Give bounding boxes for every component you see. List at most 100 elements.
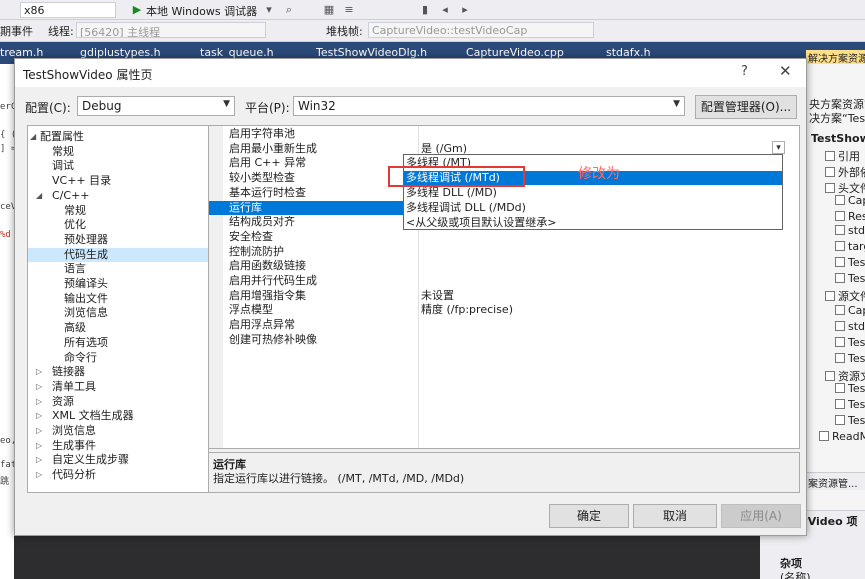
collapsed-icon[interactable]: ▷ [36, 395, 45, 409]
platform-combo[interactable]: x86 [20, 2, 116, 18]
tree-item[interactable]: VC++ 目录 [28, 174, 208, 188]
events-label: 期事件 [0, 25, 33, 38]
tree-item[interactable]: ▷ 资源 [28, 395, 208, 409]
tree-item[interactable]: 常规 [28, 204, 208, 218]
property-row[interactable]: 启用增强指令集 未设置 [209, 289, 799, 303]
solution-explorer-item[interactable]: stda [835, 320, 865, 336]
tree-item[interactable]: 命令行 [28, 351, 208, 365]
property-row[interactable]: 控制流防护 [209, 245, 799, 259]
tree-item[interactable]: 预处理器 [28, 233, 208, 247]
collapsed-icon[interactable]: ▷ [36, 380, 45, 394]
tree-item[interactable]: ▷ XML 文档生成器 [28, 409, 208, 423]
solution-explorer-item[interactable]: Test [835, 336, 865, 352]
property-row[interactable]: 创建可热修补映像 [209, 333, 799, 347]
tree-item-label: 浏览信息 [52, 424, 96, 437]
solution-explorer-item[interactable]: 引用 [825, 148, 860, 164]
tree-item[interactable]: ◢ C/C++ [28, 189, 208, 203]
file-icon [835, 353, 845, 363]
config-combo[interactable]: Debug ▼ [77, 96, 235, 116]
property-name: 启用字符串池 [229, 127, 295, 140]
solution-explorer-title: 解决方案资源管理 [806, 50, 865, 64]
tree-item[interactable]: 所有选项 [28, 336, 208, 350]
solution-explorer-item[interactable]: 外部依赖 [825, 164, 865, 180]
tree-item[interactable]: ▷ 清单工具 [28, 380, 208, 394]
runtime-option[interactable]: 多线程 DLL (/MD) [404, 186, 782, 200]
chevron-down-icon: ▾ [776, 143, 781, 153]
runtime-option[interactable]: <从父级或项目默认设置继承> [404, 216, 782, 230]
solution-explorer-item-label: Test [848, 272, 865, 285]
expanded-icon[interactable]: ◢ [36, 189, 45, 203]
solution-explorer-item-label: Test [848, 382, 865, 395]
solution-explorer-tab[interactable]: 案资源管... [806, 472, 865, 490]
file-icon [835, 257, 845, 267]
solution-explorer-item[interactable]: TestShow [811, 132, 865, 148]
tree-item[interactable]: 调试 [28, 159, 208, 173]
solution-explorer-item[interactable]: targ [835, 240, 865, 256]
thread-combo[interactable]: [56420] 主线程 [76, 22, 266, 38]
solution-explorer-item[interactable]: Test [835, 352, 865, 368]
property-row[interactable]: 安全检查 [209, 230, 799, 244]
solution-explorer-item[interactable]: Test [835, 382, 865, 398]
solution-explorer-item[interactable]: 源文件 [825, 288, 865, 304]
solution-explorer-item[interactable]: ReadM [819, 430, 865, 446]
bookmark-prev-icon[interactable]: ◂ [438, 3, 452, 17]
collapsed-icon[interactable]: ▷ [36, 453, 45, 467]
solution-explorer-item[interactable]: Test [835, 272, 865, 288]
property-row[interactable]: 启用浮点异常 [209, 318, 799, 332]
platform-combo[interactable]: Win32 ▼ [293, 96, 685, 116]
collapsed-icon[interactable]: ▷ [36, 409, 45, 423]
tree-item-label: 链接器 [52, 365, 85, 379]
property-row[interactable]: 启用并行代码生成 [209, 274, 799, 288]
bookmark-next-icon[interactable]: ▸ [458, 3, 472, 17]
tree-item[interactable]: ◢ 配置属性 [28, 130, 208, 144]
collapsed-icon[interactable]: ▷ [36, 468, 45, 482]
config-manager-button[interactable]: 配置管理器(O)... [695, 95, 797, 119]
solution-explorer-item[interactable]: Cap [835, 194, 865, 210]
solution-explorer-item[interactable]: Test [835, 414, 865, 430]
tree-item[interactable]: 输出文件 [28, 292, 208, 306]
solution-explorer-item[interactable]: Test [835, 398, 865, 414]
tree-item[interactable]: ▷ 自定义生成步骤 [28, 453, 208, 467]
solution-explorer-item[interactable]: Cap [835, 304, 865, 320]
align-icon[interactable]: ≡ [342, 3, 356, 17]
help-icon[interactable]: ? [741, 64, 748, 79]
file-icon [835, 305, 845, 315]
tree-item[interactable]: 浏览信息 [28, 306, 208, 320]
property-row[interactable]: 启用字符串池 [209, 127, 799, 141]
solution-explorer-item[interactable]: Test [835, 256, 865, 272]
stack-frame-combo[interactable]: CaptureVideo::testVideoCap [368, 22, 594, 38]
property-row[interactable]: 启用函数级链接 [209, 259, 799, 273]
tree-item[interactable]: 优化 [28, 218, 208, 232]
collapsed-icon[interactable]: ▷ [36, 424, 45, 438]
tree-item[interactable]: 常规 [28, 145, 208, 159]
property-name: 创建可热修补映像 [229, 332, 317, 346]
tree-item[interactable]: ▷ 链接器 [28, 365, 208, 379]
tree-item[interactable]: ▷ 生成事件 [28, 439, 208, 453]
close-icon[interactable]: ✕ [779, 62, 792, 80]
run-debugger-button[interactable]: 本地 Windows 调试器 [146, 3, 257, 19]
tree-item[interactable]: 代码生成 [28, 247, 208, 262]
layout-icon[interactable]: ▦ [322, 3, 336, 17]
tree-item[interactable]: 语言 [28, 262, 208, 276]
expanded-icon[interactable]: ◢ [30, 130, 39, 144]
property-row[interactable]: 浮点模型 精度 (/fp:precise) [209, 303, 799, 317]
dialog-titlebar: TestShowVideo 属性页 ? ✕ [15, 59, 806, 87]
find-icon[interactable]: ⌕ [282, 3, 296, 17]
tree-item[interactable]: ▷ 浏览信息 [28, 424, 208, 438]
cancel-button[interactable]: 取消 [633, 504, 717, 528]
property-name: 启用增强指令集 [229, 288, 306, 302]
tree-item[interactable]: 高级 [28, 321, 208, 335]
runtime-dropdown-toggle[interactable]: ▾ [772, 141, 785, 154]
tree-item[interactable]: ▷ 代码分析 [28, 468, 208, 482]
collapsed-icon[interactable]: ▷ [36, 365, 45, 379]
collapsed-icon[interactable]: ▷ [36, 439, 45, 453]
ok-button[interactable]: 确定 [549, 504, 629, 528]
runtime-option[interactable]: 多线程调试 DLL (/MDd) [404, 201, 782, 215]
chevron-down-icon[interactable]: ▾ [262, 3, 276, 17]
solution-explorer-item[interactable]: stda [835, 224, 865, 240]
solution-explorer-item[interactable]: 决方案“Test [809, 110, 865, 126]
bookmark-icon[interactable]: ▮ [418, 3, 432, 17]
run-icon[interactable]: ▶ [130, 3, 144, 17]
tree-item[interactable]: 预编译头 [28, 277, 208, 291]
apply-button[interactable]: 应用(A) [721, 504, 801, 528]
